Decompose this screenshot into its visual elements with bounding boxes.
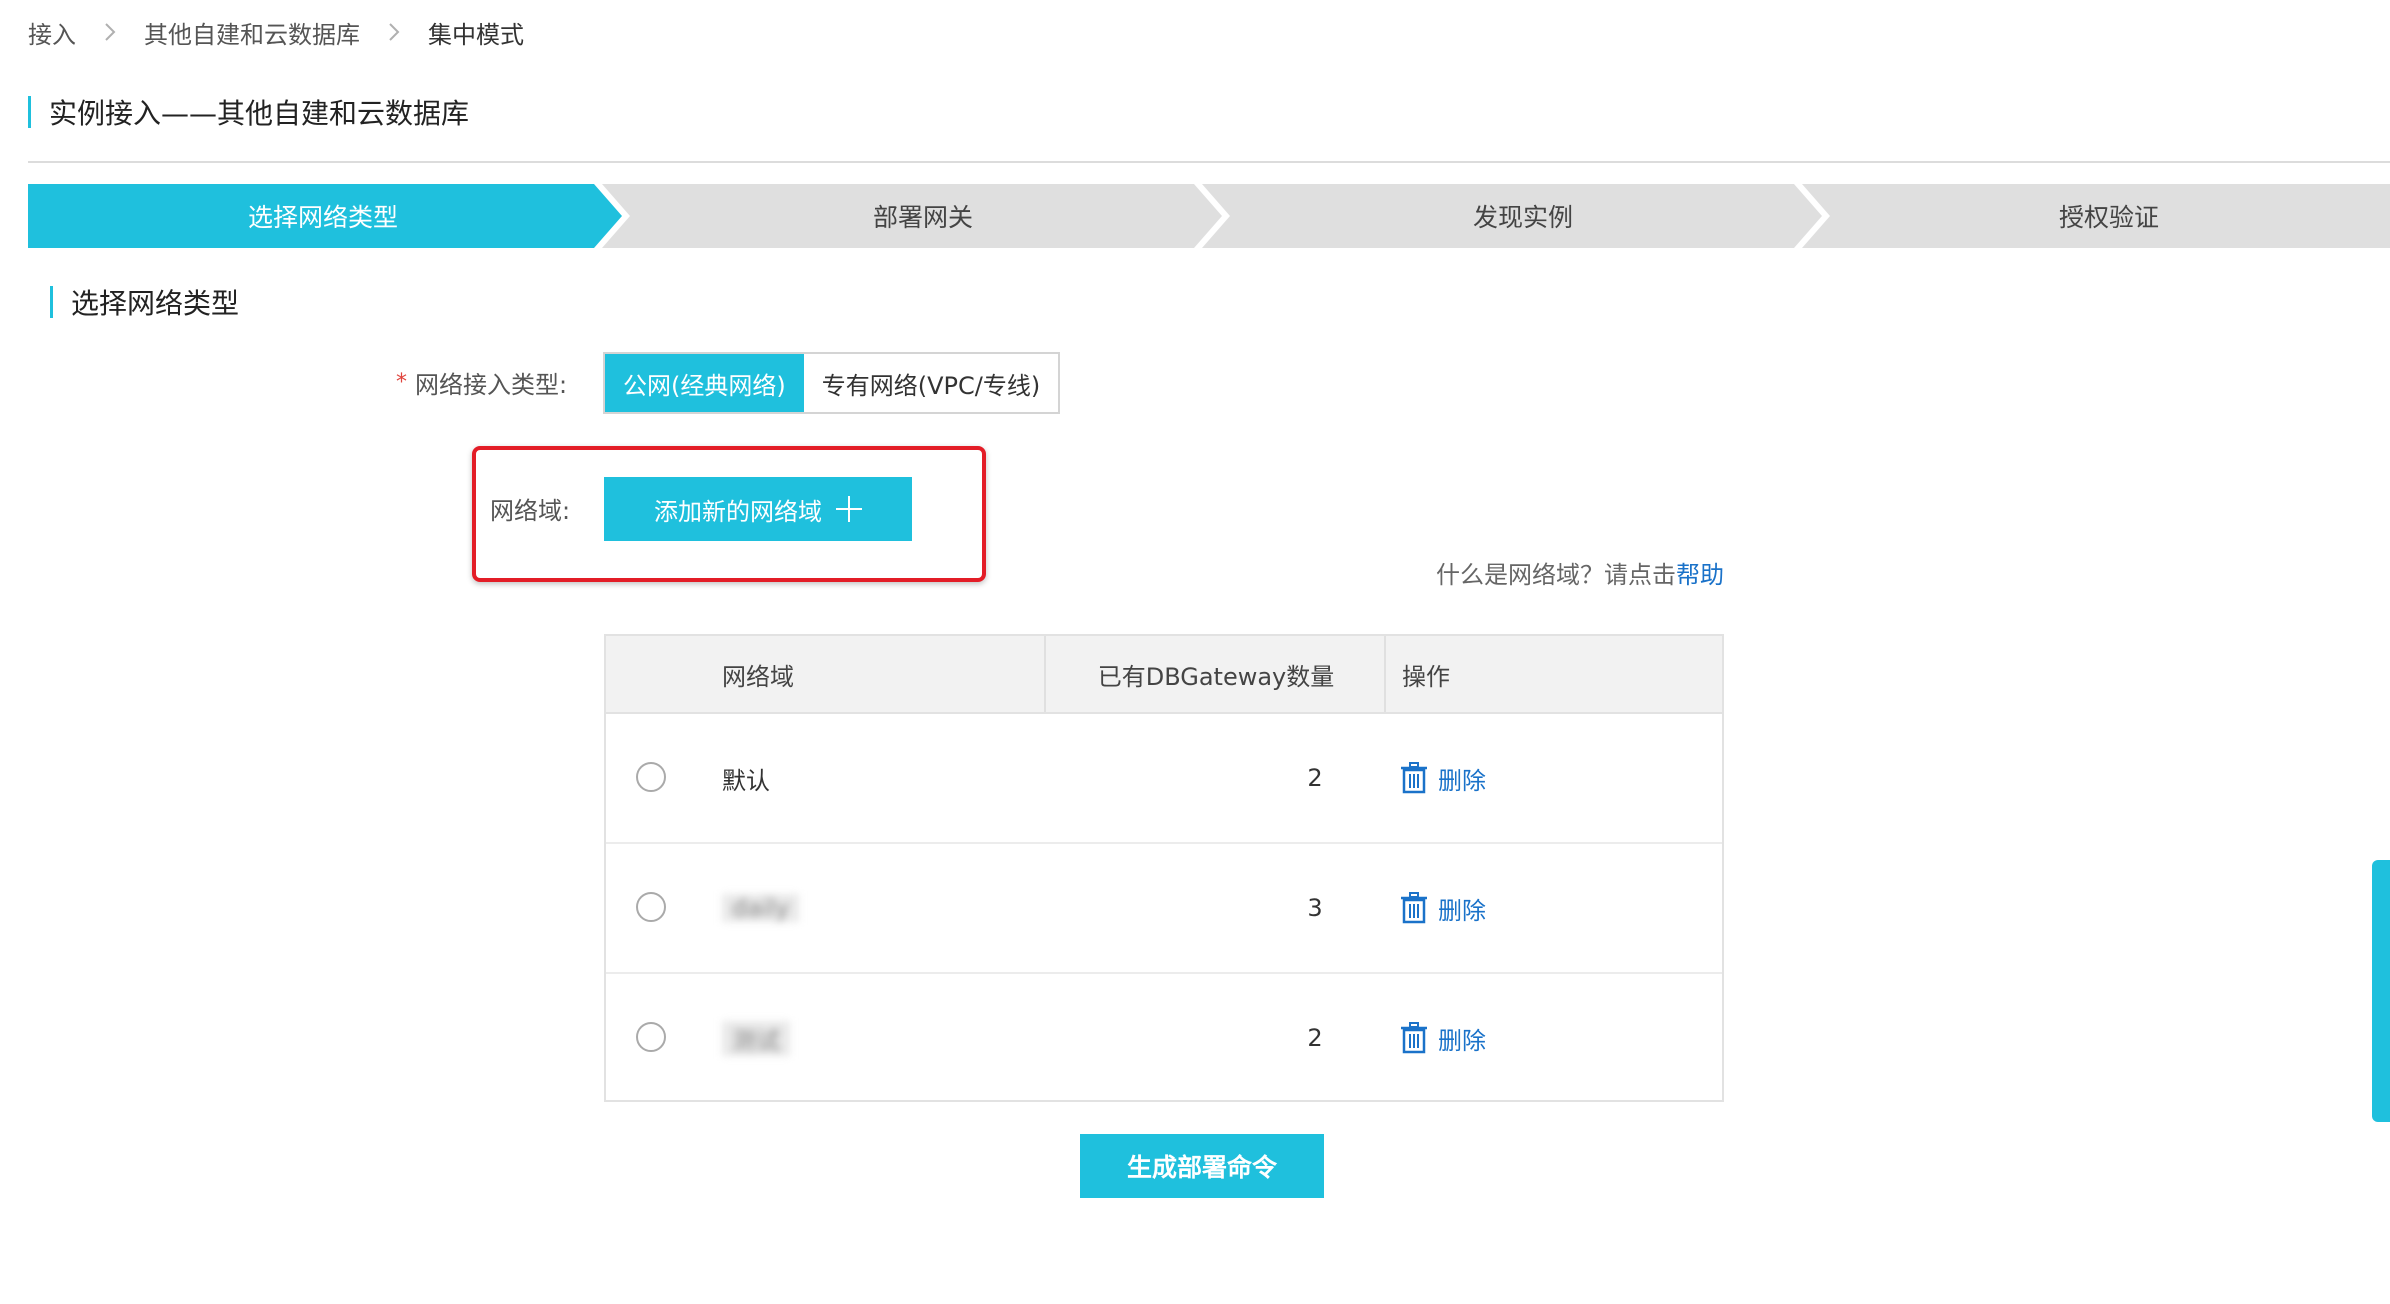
chevron-right-icon — [105, 23, 116, 41]
table-row: 测试 2 删除 — [606, 974, 1722, 1102]
breadcrumb-item-other-db[interactable]: 其他自建和云数据库 — [144, 15, 360, 50]
row-domain-name: 测试 — [722, 974, 790, 1102]
network-type-selector: 公网(经典网络) 专有网络(VPC/专线) — [603, 352, 1061, 414]
section-accent-bar — [50, 286, 53, 318]
floating-side-tab[interactable] — [2372, 860, 2390, 1122]
generate-deploy-command-button[interactable]: 生成部署命令 — [1080, 1134, 1324, 1198]
step-progress: 选择网络类型 部署网关 发现实例 授权验证 — [28, 184, 2390, 248]
header-network-domain: 网络域 — [722, 662, 794, 691]
step-2-label: 部署网关 — [872, 203, 973, 232]
row-radio[interactable] — [636, 1022, 666, 1052]
step-4-label: 授权验证 — [2058, 203, 2159, 232]
row-radio[interactable] — [636, 892, 666, 922]
network-type-label: * 网络接入类型: — [396, 364, 567, 400]
breadcrumb-item-centralized: 集中模式 — [428, 20, 524, 49]
section-title-text: 选择网络类型 — [71, 287, 240, 320]
section-title: 选择网络类型 — [50, 282, 239, 322]
option-public-network[interactable]: 公网(经典网络) — [605, 354, 804, 412]
page-title-text: 实例接入——其他自建和云数据库 — [49, 97, 470, 130]
title-accent-bar — [28, 96, 31, 128]
delete-button[interactable]: 删除 — [1400, 844, 1486, 972]
help-link[interactable]: 帮助 — [1676, 561, 1724, 589]
network-domain-table: 网络域 已有DBGateway数量 操作 默认 2 删除 daily 3 删除 … — [604, 634, 1724, 1102]
header-actions: 操作 — [1384, 636, 1450, 712]
help-question: 什么是网络域？请点击 — [1436, 561, 1676, 589]
row-domain-name: 默认 — [722, 766, 770, 795]
row-domain-name: daily — [722, 844, 800, 972]
chevron-right-icon — [389, 23, 400, 41]
delete-button[interactable]: 删除 — [1400, 974, 1486, 1102]
delete-label: 删除 — [1438, 1026, 1486, 1055]
option-vpc-network[interactable]: 专有网络(VPC/专线) — [803, 354, 1059, 412]
table-row: 默认 2 删除 — [606, 714, 1722, 844]
blurred-domain-name: daily — [722, 894, 800, 922]
page-title: 实例接入——其他自建和云数据库 — [28, 94, 469, 130]
network-type-label-text: 网络接入类型: — [415, 370, 568, 399]
network-domain-label: 网络域: — [490, 496, 571, 525]
plus-icon — [836, 496, 862, 522]
help-text: 什么是网络域？请点击帮助 — [1400, 555, 1724, 590]
trash-icon — [1401, 892, 1427, 924]
add-network-domain-button[interactable]: 添加新的网络域 — [604, 477, 912, 541]
breadcrumb: 接入 其他自建和云数据库 集中模式 — [28, 14, 524, 50]
blurred-domain-name: 测试 — [722, 1020, 790, 1056]
step-1-label: 选择网络类型 — [247, 203, 398, 232]
trash-icon — [1401, 762, 1427, 794]
delete-label: 删除 — [1438, 896, 1486, 925]
step-3-label: 发现实例 — [1472, 203, 1573, 232]
delete-button[interactable]: 删除 — [1400, 714, 1486, 842]
table-row: daily 3 删除 — [606, 844, 1722, 974]
delete-label: 删除 — [1438, 766, 1486, 795]
add-network-domain-label: 添加新的网络域 — [654, 497, 822, 526]
header-gateway-count: 已有DBGateway数量 — [1044, 636, 1386, 712]
table-header: 网络域 已有DBGateway数量 操作 — [606, 636, 1722, 714]
required-mark: * — [396, 369, 407, 395]
row-radio[interactable] — [636, 762, 666, 792]
breadcrumb-item-access[interactable]: 接入 — [28, 15, 76, 50]
divider — [28, 161, 2390, 163]
trash-icon — [1401, 1022, 1427, 1054]
